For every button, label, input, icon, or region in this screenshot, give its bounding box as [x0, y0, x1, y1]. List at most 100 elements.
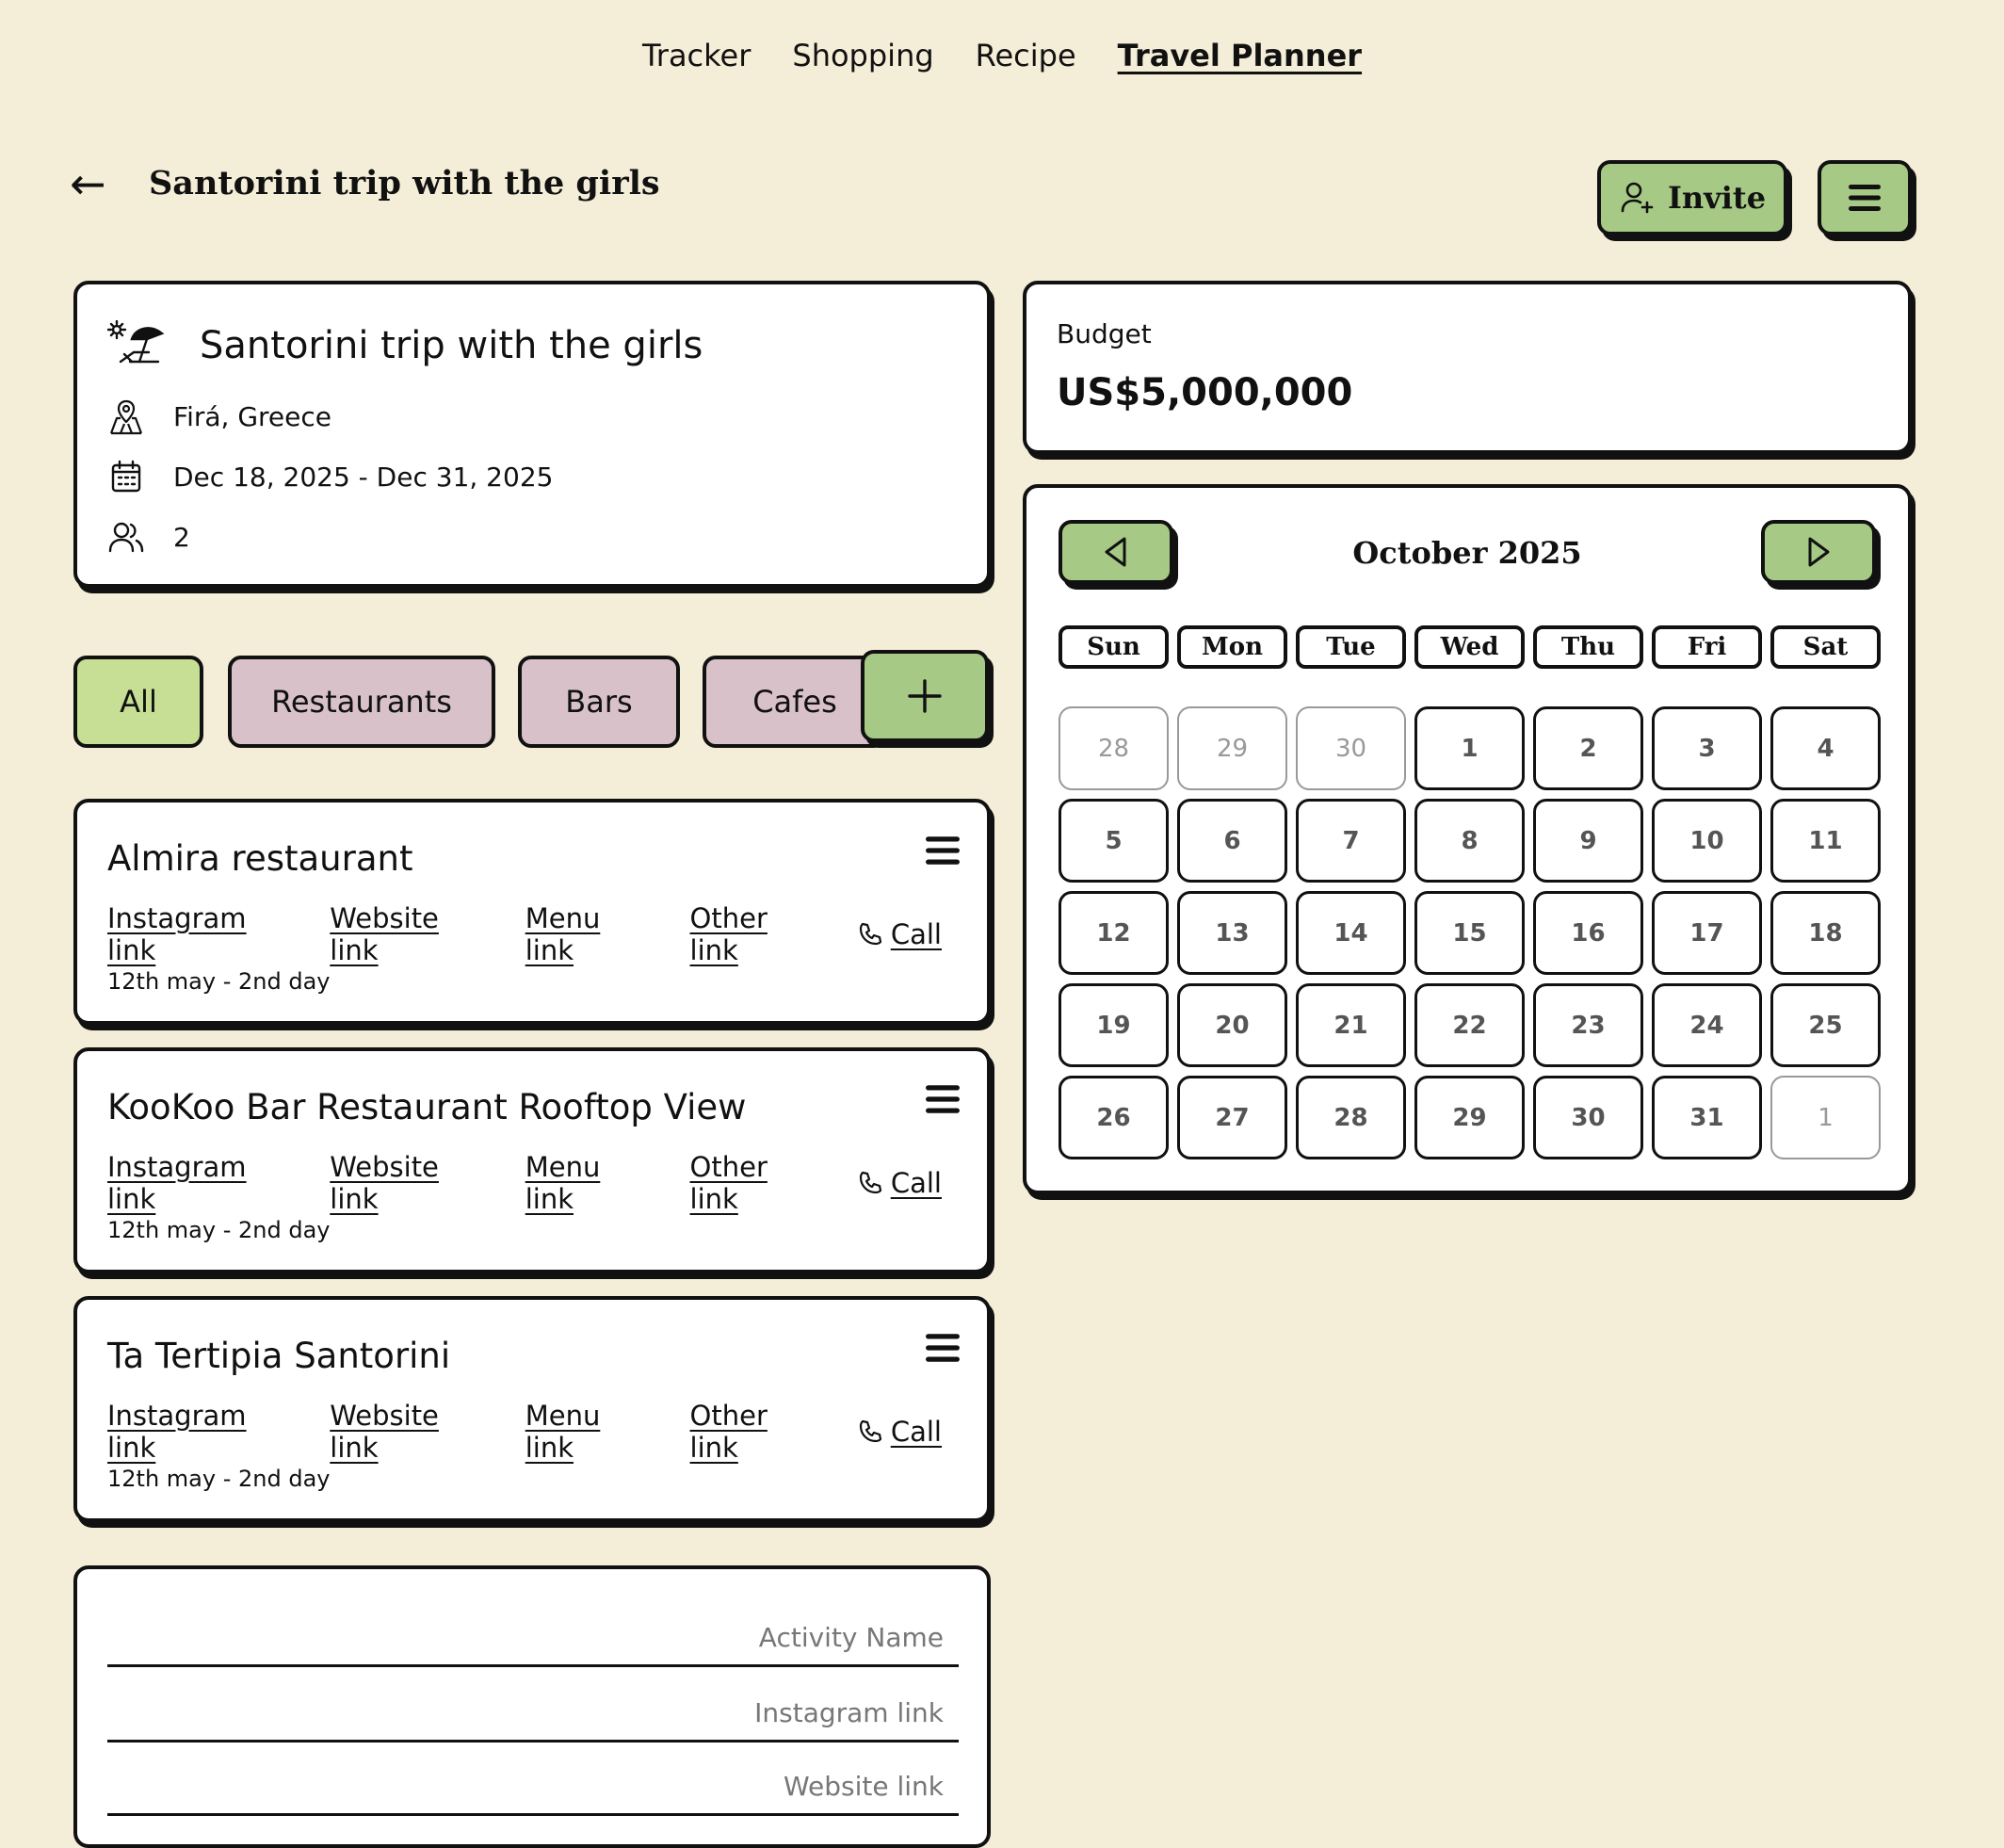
calendar-day-grid: 28 29 30 1 2 3 4 5 6 7 8 9 10 11 12 13 14 15 16 17 18 19 20 21 2…	[1059, 706, 1881, 1159]
calendar-day[interactable]: 1	[1770, 1076, 1881, 1159]
phone-icon	[859, 1419, 881, 1443]
call-link[interactable]: Call	[857, 1151, 942, 1215]
weekday-label: Fri	[1652, 625, 1762, 669]
calendar-day[interactable]: 6	[1177, 799, 1287, 883]
filter-cafes[interactable]: Cafes	[703, 656, 887, 748]
calendar-day[interactable]: 21	[1296, 983, 1406, 1067]
website-link-input[interactable]	[107, 1771, 959, 1816]
calendar-next-button[interactable]	[1761, 520, 1876, 584]
calendar-day[interactable]: 10	[1652, 799, 1762, 883]
weekday-label: Sun	[1059, 625, 1169, 669]
trip-dates-row: Dec 18, 2025 - Dec 31, 2025	[107, 458, 553, 495]
weekday-label: Tue	[1296, 625, 1406, 669]
calendar-day[interactable]: 23	[1533, 983, 1643, 1067]
nav-recipe[interactable]: Recipe	[974, 34, 1078, 77]
back-arrow-icon[interactable]: ←	[70, 162, 106, 205]
new-activity-form	[73, 1565, 991, 1848]
calendar-day[interactable]: 13	[1177, 891, 1287, 975]
calendar-day[interactable]: 24	[1652, 983, 1762, 1067]
instagram-link[interactable]: Instagram link	[107, 1400, 284, 1464]
weekday-label: Wed	[1414, 625, 1525, 669]
trip-travelers: 2	[173, 521, 190, 553]
calendar-day[interactable]: 25	[1770, 983, 1881, 1067]
weekday-label: Thu	[1533, 625, 1643, 669]
filter-bars[interactable]: Bars	[518, 656, 680, 748]
place-card: KooKoo Bar Restaurant Rooftop View Insta…	[73, 1047, 991, 1273]
calendar-card: October 2025 Sun Mon Tue Wed Thu Fri Sat…	[1023, 484, 1912, 1194]
calendar-day[interactable]: 29	[1177, 706, 1287, 790]
call-link[interactable]: Call	[857, 902, 942, 966]
call-label: Call	[890, 1416, 942, 1448]
call-link[interactable]: Call	[857, 1400, 942, 1464]
calendar-day[interactable]: 14	[1296, 891, 1406, 975]
activity-name-input[interactable]	[107, 1622, 959, 1667]
calendar-day[interactable]: 2	[1533, 706, 1643, 790]
budget-label: Budget	[1057, 318, 1152, 349]
instagram-link[interactable]: Instagram link	[107, 1151, 284, 1215]
user-plus-icon	[1621, 182, 1654, 214]
calendar-day[interactable]: 15	[1414, 891, 1525, 975]
trip-title: Santorini trip with the girls	[200, 324, 703, 367]
calendar-day[interactable]: 17	[1652, 891, 1762, 975]
phone-icon	[859, 1171, 881, 1194]
beach-umbrella-icon	[107, 320, 165, 364]
menu-link[interactable]: Menu link	[525, 1151, 645, 1215]
website-link[interactable]: Website link	[330, 1151, 479, 1215]
hamburger-icon[interactable]	[925, 835, 961, 867]
calendar-day[interactable]: 16	[1533, 891, 1643, 975]
trip-location-row: Firá, Greece	[107, 397, 331, 435]
other-link[interactable]: Other link	[690, 1400, 812, 1464]
calendar-day[interactable]: 30	[1296, 706, 1406, 790]
website-link[interactable]: Website link	[330, 902, 479, 966]
calendar-day[interactable]: 1	[1414, 706, 1525, 790]
calendar-day[interactable]: 12	[1059, 891, 1169, 975]
calendar-day[interactable]: 19	[1059, 983, 1169, 1067]
calendar-day[interactable]: 27	[1177, 1076, 1287, 1159]
calendar-day[interactable]: 18	[1770, 891, 1881, 975]
instagram-link[interactable]: Instagram link	[107, 902, 284, 966]
calendar-day[interactable]: 28	[1059, 706, 1169, 790]
calendar-day[interactable]: 4	[1770, 706, 1881, 790]
calendar-day[interactable]: 29	[1414, 1076, 1525, 1159]
hamburger-icon[interactable]	[925, 1332, 961, 1364]
weekday-header: Sun Mon Tue Wed Thu Fri Sat	[1059, 625, 1881, 669]
weekday-label: Sat	[1770, 625, 1881, 669]
users-icon	[107, 518, 145, 556]
filter-restaurants[interactable]: Restaurants	[228, 656, 495, 748]
calendar-day[interactable]: 20	[1177, 983, 1287, 1067]
calendar-day[interactable]: 9	[1533, 799, 1643, 883]
page-title: Santorini trip with the girls	[149, 164, 660, 203]
main-menu-button[interactable]	[1818, 160, 1912, 235]
place-links: Instagram link Website link Menu link Ot…	[107, 902, 987, 966]
calendar-day[interactable]: 28	[1296, 1076, 1406, 1159]
other-link[interactable]: Other link	[690, 902, 812, 966]
add-filter-button[interactable]	[861, 650, 989, 742]
calendar-day[interactable]: 30	[1533, 1076, 1643, 1159]
menu-link[interactable]: Menu link	[525, 902, 645, 966]
nav-travel-planner[interactable]: Travel Planner	[1116, 34, 1364, 77]
invite-button[interactable]: Invite	[1597, 160, 1787, 235]
nav-shopping[interactable]: Shopping	[790, 34, 935, 77]
place-date: 12th may - 2nd day	[107, 1466, 331, 1492]
calendar-day[interactable]: 26	[1059, 1076, 1169, 1159]
instagram-link-input[interactable]	[107, 1697, 959, 1743]
nav-tracker[interactable]: Tracker	[640, 34, 752, 77]
weekday-label: Mon	[1177, 625, 1287, 669]
calendar-day[interactable]: 5	[1059, 799, 1169, 883]
hamburger-icon[interactable]	[925, 1083, 961, 1115]
website-link[interactable]: Website link	[330, 1400, 479, 1464]
menu-link[interactable]: Menu link	[525, 1400, 645, 1464]
calendar-day[interactable]: 3	[1652, 706, 1762, 790]
calendar-day[interactable]: 7	[1296, 799, 1406, 883]
calendar-day[interactable]: 31	[1652, 1076, 1762, 1159]
place-links: Instagram link Website link Menu link Ot…	[107, 1151, 987, 1215]
plus-icon	[908, 679, 942, 713]
map-pin-icon	[107, 397, 145, 435]
filter-all[interactable]: All	[73, 656, 203, 748]
other-link[interactable]: Other link	[690, 1151, 812, 1215]
calendar-day[interactable]: 22	[1414, 983, 1525, 1067]
calendar-day[interactable]: 8	[1414, 799, 1525, 883]
trip-location: Firá, Greece	[173, 400, 331, 432]
calendar-day[interactable]: 11	[1770, 799, 1881, 883]
trip-travelers-row: 2	[107, 518, 190, 556]
